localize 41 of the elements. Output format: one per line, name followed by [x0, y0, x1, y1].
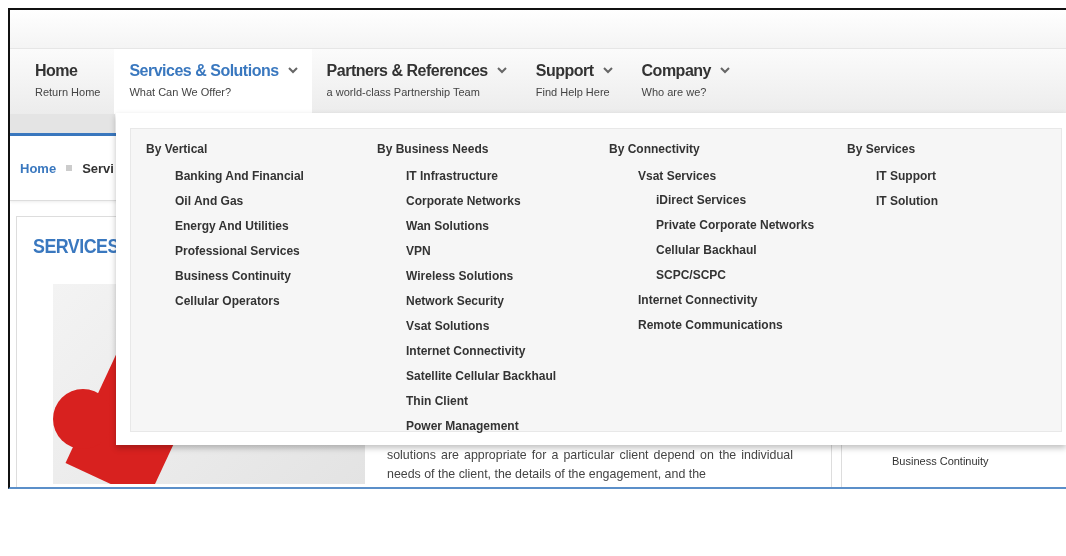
menu-link[interactable]: VPN [406, 244, 431, 259]
menu-link[interactable]: SCPC/SCPC [656, 268, 726, 283]
menu-heading: By Connectivity [609, 142, 700, 156]
nav-item[interactable]: Support Find Help Here [520, 49, 627, 114]
menu-link[interactable]: Oil And Gas [175, 194, 244, 209]
menu-link[interactable]: Wireless Solutions [406, 269, 514, 284]
menu-link[interactable]: Internet Connectivity [406, 344, 526, 359]
breadcrumb-current: Servi [82, 160, 114, 176]
nav-item[interactable]: Partners & References a world-class Partnership Team [311, 49, 521, 114]
menu-heading: By Business Needs [377, 142, 489, 156]
menu-link[interactable]: Corporate Networks [406, 194, 521, 209]
body-paragraph: solutions are appropriate for a particular client depend on the individual needs of the client, the details of the engagement, and the [387, 447, 793, 483]
menu-link[interactable]: Satellite Cellular Backhaul [406, 369, 557, 384]
menu-link[interactable]: iDirect Services [656, 193, 747, 208]
nav-item[interactable]: Company Who are we? [626, 49, 744, 114]
menu-link[interactable]: Wan Solutions [406, 219, 489, 234]
nav-item[interactable]: Home Return Home [20, 49, 115, 114]
menu-heading: By Services [847, 142, 916, 156]
menu-link[interactable]: Vsat Solutions [406, 319, 490, 334]
sidebar-link[interactable]: Business Continuity [892, 455, 989, 467]
menu-link[interactable]: IT Support [876, 169, 936, 184]
nav-item[interactable]: Services & Solutions What Can We Offer? [114, 49, 312, 114]
menu-link[interactable]: Network Security [406, 294, 505, 309]
menu-link[interactable]: Power Management [406, 419, 519, 434]
menu-link[interactable]: Energy And Utilities [175, 219, 289, 234]
menu-link[interactable]: Cellular Operators [175, 294, 280, 309]
menu-link[interactable]: Banking And Financial [175, 169, 304, 184]
menu-heading: By Vertical [146, 142, 208, 156]
menu-link[interactable]: Professional Services [175, 244, 300, 259]
menu-link[interactable]: Vsat Services [638, 169, 717, 184]
menu-link[interactable]: IT Infrastructure [406, 169, 498, 184]
menu-link[interactable]: Internet Connectivity [638, 293, 758, 308]
menu-link[interactable]: Remote Communications [638, 318, 783, 333]
menu-link[interactable]: Private Corporate Networks [656, 218, 815, 233]
menu-link[interactable]: Business Continuity [175, 269, 291, 284]
menu-link[interactable]: Cellular Backhaul [656, 243, 757, 258]
menu-link[interactable]: Thin Client [406, 394, 468, 409]
breadcrumb-link[interactable]: Home [20, 160, 57, 176]
menu-link[interactable]: IT Solution [876, 194, 938, 209]
page-title: SERVICES [33, 234, 119, 258]
separator-icon [66, 165, 73, 171]
